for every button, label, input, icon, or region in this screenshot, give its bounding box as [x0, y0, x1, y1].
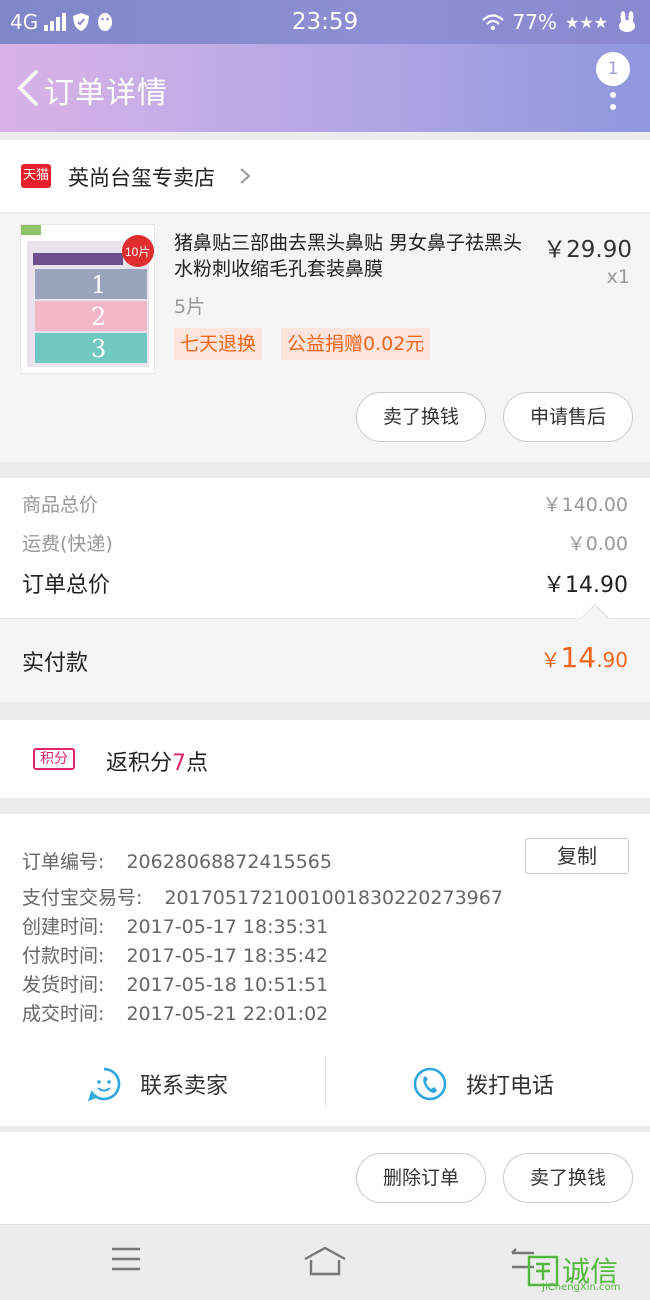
back-arrow-icon[interactable] [12, 66, 42, 110]
status-right: 77% ★★★ [481, 10, 638, 34]
paid-amount-integer: 14 [560, 641, 597, 674]
step-2-label: 2 [91, 303, 106, 331]
battery-label: 77% [512, 10, 557, 34]
home-icon[interactable] [302, 1245, 348, 1277]
order-total-value: ￥14.90 [543, 573, 628, 598]
watermark-logo: 诚信 JiChengXin.com [526, 1252, 644, 1296]
chat-smile-icon [87, 1067, 121, 1102]
menu-icon[interactable] [110, 1245, 142, 1273]
points-icon: 积分 [33, 748, 75, 770]
stars-icon: ★★★ [564, 12, 608, 32]
app-header: 订单详情 1 [0, 44, 650, 132]
paid-amount-row: 实付款 ￥14.90 [0, 603, 650, 702]
order-total-row: 订单总价 ￥14.90 [22, 567, 628, 599]
rabbit-icon [619, 11, 635, 32]
contact-divider [325, 1056, 326, 1108]
order-number-row: 订单编号: 20628068872415565 [22, 847, 332, 874]
order-total-label: 订单总价 [22, 573, 111, 598]
sell-for-cash-button[interactable]: 卖了换钱 [356, 392, 486, 442]
delete-order-button[interactable]: 删除订单 [356, 1153, 486, 1203]
shipped-time-row: 发货时间: 2017-05-18 10:51:51 [22, 970, 328, 997]
paid-label: 实付款 [22, 651, 89, 676]
closed-time-label: 成交时间: [22, 1003, 105, 1025]
return-policy-tag: 七天退换 [174, 328, 263, 360]
status-bar: 4G 23:59 77% ★★★ [0, 0, 650, 44]
points-number: 7 [172, 751, 187, 776]
created-time-label: 创建时间: [22, 916, 105, 938]
shipping-value: ￥0.00 [566, 533, 628, 555]
points-text-after: 点 [186, 751, 209, 776]
watermark-subtext: JiChengXin.com [542, 1282, 621, 1293]
copy-button[interactable]: 复制 [525, 838, 629, 874]
charity-tag: 公益捐赠0.02元 [281, 328, 431, 360]
after-sales-button[interactable]: 申请售后 [503, 392, 633, 442]
step-3-label: 3 [91, 335, 106, 363]
shop-row[interactable]: 天猫 英尚台玺专卖店 [0, 140, 650, 212]
points-text: 返积分7点 [106, 745, 208, 777]
goods-total-row: 商品总价 ￥140.00 [22, 490, 628, 517]
product-card: 1 2 3 10片 猪鼻贴三部曲去黑头鼻贴 男女鼻子祛黑头水粉刺收缩毛孔套装鼻膜… [0, 214, 650, 462]
points-row: 积分 返积分7点 [0, 720, 650, 798]
paid-time-label: 付款时间: [22, 945, 105, 967]
order-number-label: 订单编号: [22, 851, 105, 873]
call-phone-label: 拨打电话 [466, 1074, 555, 1099]
order-actions: 删除订单 卖了换钱 [0, 1132, 650, 1224]
wifi-icon [481, 14, 504, 31]
goods-total-value: ￥140.00 [542, 494, 628, 516]
points-text-before: 返积分 [106, 751, 173, 776]
paid-amount-decimal: .90 [596, 648, 628, 672]
created-time-value: 2017-05-17 18:35:31 [126, 916, 329, 938]
closed-time-value: 2017-05-21 22:01:02 [126, 1003, 329, 1025]
pack-count-badge: 10片 [125, 245, 150, 259]
contact-seller-button[interactable]: 联系卖家 [86, 1066, 228, 1102]
phone-icon [413, 1067, 447, 1101]
page-title: 订单详情 [44, 76, 168, 111]
more-menu-button[interactable]: 1 [596, 52, 632, 124]
created-time-row: 创建时间: 2017-05-17 18:35:31 [22, 912, 328, 939]
step-1-label: 1 [91, 271, 106, 299]
paid-currency: ￥ [540, 648, 561, 672]
shipped-time-label: 发货时间: [22, 974, 105, 996]
alipay-number-value[interactable]: 2017051721001001830220273967 [164, 887, 502, 909]
goods-total-label: 商品总价 [22, 494, 99, 516]
order-info: 订单编号: 20628068872415565 复制 支付宝交易号: 20170… [0, 814, 650, 1126]
product-quantity: x1 [606, 266, 630, 288]
closed-time-row: 成交时间: 2017-05-21 22:01:02 [22, 999, 328, 1026]
message-count-badge: 1 [596, 52, 630, 86]
shipping-row: 运费(快递) ￥0.00 [22, 529, 628, 556]
chevron-right-icon [240, 168, 251, 184]
paid-amount: ￥14.90 [541, 641, 628, 674]
product-thumbnail[interactable]: 1 2 3 10片 [20, 224, 155, 374]
paid-time-row: 付款时间: 2017-05-17 18:35:42 [22, 941, 328, 968]
paid-time-value: 2017-05-17 18:35:42 [126, 945, 329, 967]
product-spec: 5片 [174, 296, 206, 318]
shop-name: 英尚台玺专卖店 [68, 166, 215, 190]
product-price: ￥29.90 [543, 237, 632, 263]
contact-seller-label: 联系卖家 [140, 1074, 229, 1099]
shipped-time-value: 2017-05-18 10:51:51 [126, 974, 329, 996]
product-name[interactable]: 猪鼻贴三部曲去黑头鼻贴 男女鼻子祛黑头水粉刺收缩毛孔套装鼻膜 [174, 230, 530, 282]
shipping-label: 运费(快递) [22, 533, 113, 555]
more-dots-icon [610, 92, 616, 116]
sell-for-cash-bottom-button[interactable]: 卖了换钱 [503, 1153, 633, 1203]
alipay-number-row: 支付宝交易号: 2017051721001001830220273967 [22, 883, 503, 910]
alipay-number-label: 支付宝交易号: [22, 887, 143, 909]
call-phone-button[interactable]: 拨打电话 [412, 1066, 554, 1102]
tmall-icon: 天猫 [21, 164, 51, 188]
order-number-value[interactable]: 20628068872415565 [126, 851, 332, 873]
price-summary: 商品总价 ￥140.00 运费(快递) ￥0.00 订单总价 ￥14.90 [0, 478, 650, 618]
